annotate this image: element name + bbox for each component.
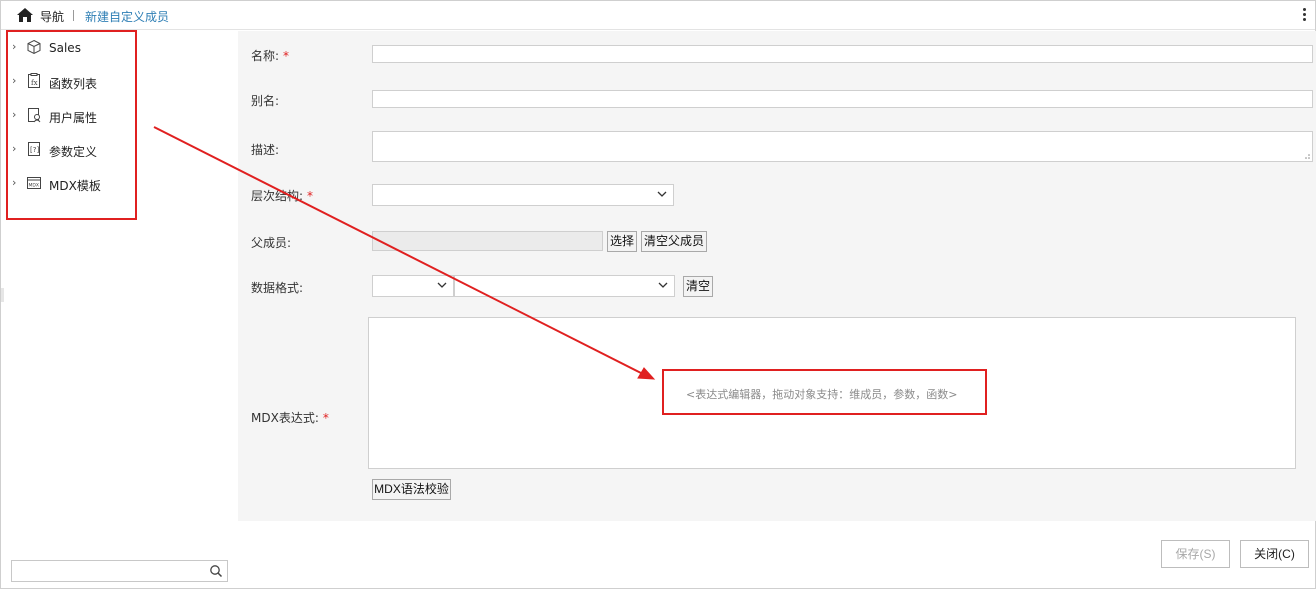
- resize-handle-icon[interactable]: [1302, 151, 1310, 159]
- alias-label: 别名:: [251, 94, 280, 108]
- clear-parent-button[interactable]: 清空父成员: [641, 231, 707, 252]
- alias-field[interactable]: [372, 90, 1313, 108]
- description-field[interactable]: [372, 131, 1313, 162]
- name-label: 名称: *: [251, 49, 290, 63]
- parent-member-label: 父成员:: [251, 236, 292, 250]
- chevron-down-icon: [437, 282, 447, 288]
- clear-format-button[interactable]: 清空: [683, 276, 713, 297]
- dialog-frame: 导航 新建自定义成员 › Sales › fx 函数列表 › 用户属性 › [?…: [0, 0, 1316, 589]
- parent-member-field: [372, 231, 603, 251]
- data-format-label: 数据格式:: [251, 281, 304, 295]
- more-vertical-icon[interactable]: [1301, 6, 1307, 24]
- search-icon[interactable]: [209, 564, 223, 578]
- nav-label[interactable]: 导航: [40, 8, 64, 25]
- format-pattern-select[interactable]: [454, 275, 675, 297]
- search-input[interactable]: [14, 563, 204, 579]
- annotation-box-tree: [6, 30, 137, 220]
- breadcrumb: 新建自定义成员: [85, 10, 170, 24]
- annotation-box-editor: [662, 369, 987, 415]
- hierarchy-select[interactable]: [372, 184, 674, 206]
- hierarchy-label: 层次结构: *: [251, 189, 314, 203]
- mdx-validate-button[interactable]: MDX语法校验: [372, 479, 451, 500]
- format-type-select[interactable]: [372, 275, 454, 297]
- splitter-handle[interactable]: [1, 288, 4, 302]
- top-bar: 导航 新建自定义成员: [1, 1, 1315, 30]
- close-button[interactable]: 关闭(C): [1240, 540, 1309, 568]
- chevron-down-icon: [658, 282, 668, 288]
- chevron-down-icon: [657, 191, 667, 197]
- mdx-expression-label: MDX表达式: *: [251, 411, 329, 425]
- select-parent-button[interactable]: 选择: [607, 231, 637, 252]
- name-field[interactable]: [372, 45, 1313, 63]
- home-icon[interactable]: [16, 7, 34, 23]
- tree-search[interactable]: [11, 560, 228, 582]
- breadcrumb-separator: [73, 10, 74, 21]
- save-button[interactable]: 保存(S): [1161, 540, 1230, 568]
- description-label: 描述:: [251, 143, 280, 157]
